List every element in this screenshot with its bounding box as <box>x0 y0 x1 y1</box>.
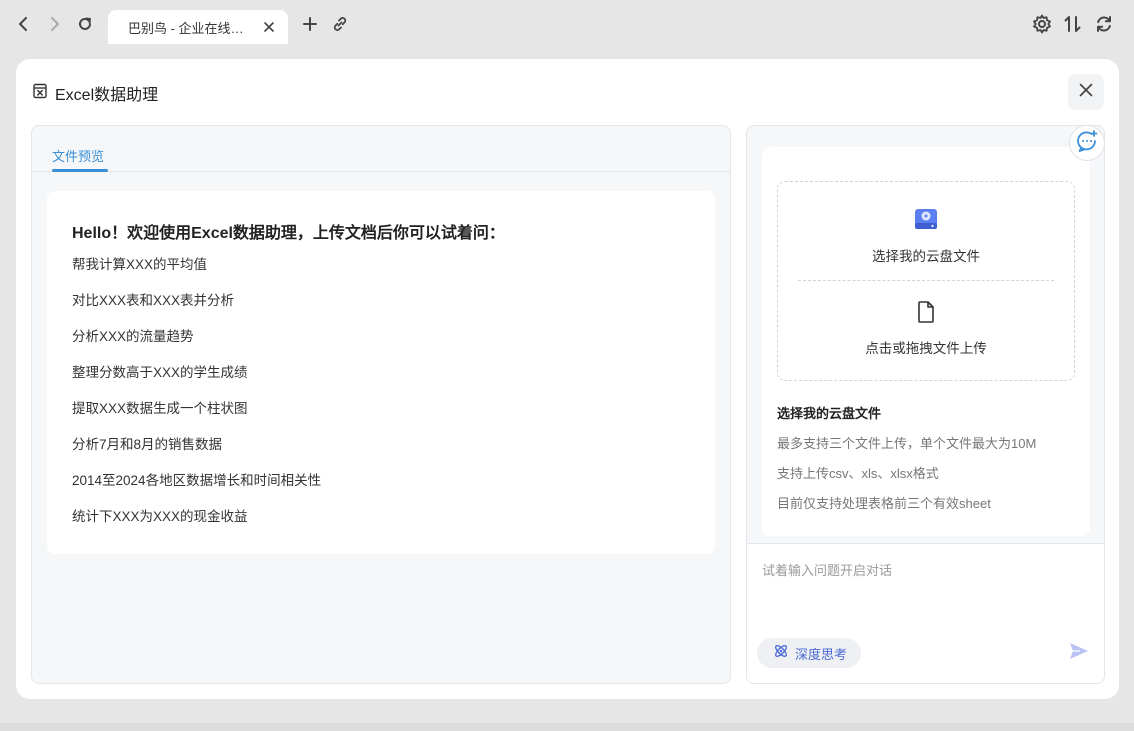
new-chat-icon <box>1075 129 1099 158</box>
suggestion-item[interactable]: 整理分数高于XXX的学生成绩 <box>72 365 321 401</box>
new-tab-icon[interactable] <box>300 14 320 34</box>
cloud-disk-icon <box>913 206 939 237</box>
info-line: 支持上传csv、xls、xlsx格式 <box>777 466 939 481</box>
upload-card: 选择我的云盘文件 点击或拖拽文件上传 选择我的云盘文件 最多支持三个文件上传，单… <box>762 147 1090 536</box>
send-icon <box>1069 642 1089 665</box>
browser-toolbar: 巴别鸟 - 企业在线办… <box>0 0 1134 44</box>
preview-tabs: 文件预览 <box>32 126 730 172</box>
new-chat-button[interactable] <box>1069 125 1105 161</box>
tab-close-icon[interactable] <box>262 20 276 34</box>
deep-think-label: 深度思考 <box>795 646 848 662</box>
deep-think-button[interactable]: 深度思考 <box>757 638 862 668</box>
close-button[interactable] <box>1068 74 1104 110</box>
excel-file-icon <box>32 83 48 104</box>
file-icon <box>915 300 937 329</box>
info-line: 目前仅支持处理表格前三个有效sheet <box>777 496 991 511</box>
suggestion-item[interactable]: 2014至2024各地区数据增长和时间相关性 <box>72 473 321 509</box>
excel-assistant-modal: Excel数据助理 文件预览 Hello！欢迎使用Excel数据助理，上传文档后… <box>16 59 1119 699</box>
welcome-card: Hello！欢迎使用Excel数据助理，上传文档后你可以试着问： 帮我计算XXX… <box>47 191 715 554</box>
suggestion-item[interactable]: 对比XXX表和XXX表并分析 <box>72 293 321 329</box>
reload-icon[interactable] <box>75 14 95 34</box>
cloud-select-label: 选择我的云盘文件 <box>872 249 980 264</box>
tab-file-preview[interactable]: 文件预览 <box>52 146 104 165</box>
suggestion-item[interactable]: 提取XXX数据生成一个柱状图 <box>72 401 321 437</box>
upload-dropzone[interactable]: 选择我的云盘文件 点击或拖拽文件上传 <box>777 181 1075 381</box>
cloud-file-select[interactable]: 选择我的云盘文件 <box>778 206 1074 265</box>
close-icon <box>1079 83 1093 102</box>
dropzone-divider <box>798 280 1054 281</box>
settings-icon[interactable] <box>1032 14 1052 39</box>
link-icon[interactable] <box>330 14 350 34</box>
suggestion-item[interactable]: 帮我计算XXX的平均值 <box>72 257 321 293</box>
bottom-strip <box>0 723 1134 731</box>
tab-active-indicator <box>52 169 108 172</box>
chat-input[interactable] <box>762 563 1082 578</box>
sync-icon[interactable] <box>1094 14 1114 39</box>
forward-icon[interactable] <box>44 14 64 34</box>
modal-header: Excel数据助理 <box>32 81 158 105</box>
local-upload[interactable]: 点击或拖拽文件上传 <box>778 300 1074 357</box>
back-icon[interactable] <box>14 14 34 34</box>
atom-icon <box>773 643 789 664</box>
info-line: 最多支持三个文件上传，单个文件最大为10M <box>777 436 1037 451</box>
suggestion-item[interactable]: 分析7月和8月的销售数据 <box>72 437 321 473</box>
file-preview-panel: 文件预览 Hello！欢迎使用Excel数据助理，上传文档后你可以试着问： 帮我… <box>31 125 731 684</box>
sort-icon[interactable] <box>1063 14 1083 39</box>
suggestion-item[interactable]: 分析XXX的流量趋势 <box>72 329 321 365</box>
tab-title: 巴别鸟 - 企业在线办… <box>128 20 256 36</box>
chat-panel: 选择我的云盘文件 点击或拖拽文件上传 选择我的云盘文件 最多支持三个文件上传，单… <box>746 125 1105 684</box>
welcome-title: Hello！欢迎使用Excel数据助理，上传文档后你可以试着问： <box>72 225 505 242</box>
suggestion-list: 帮我计算XXX的平均值 对比XXX表和XXX表并分析 分析XXX的流量趋势 整理… <box>72 257 321 545</box>
suggestion-item[interactable]: 统计下XXX为XXX的现金收益 <box>72 509 321 545</box>
modal-title: Excel数据助理 <box>55 87 159 104</box>
chat-input-area: 深度思考 <box>747 543 1104 683</box>
info-title: 选择我的云盘文件 <box>777 406 882 421</box>
upload-label: 点击或拖拽文件上传 <box>865 341 987 356</box>
send-button[interactable] <box>1068 642 1090 664</box>
browser-tab[interactable]: 巴别鸟 - 企业在线办… <box>108 10 288 44</box>
